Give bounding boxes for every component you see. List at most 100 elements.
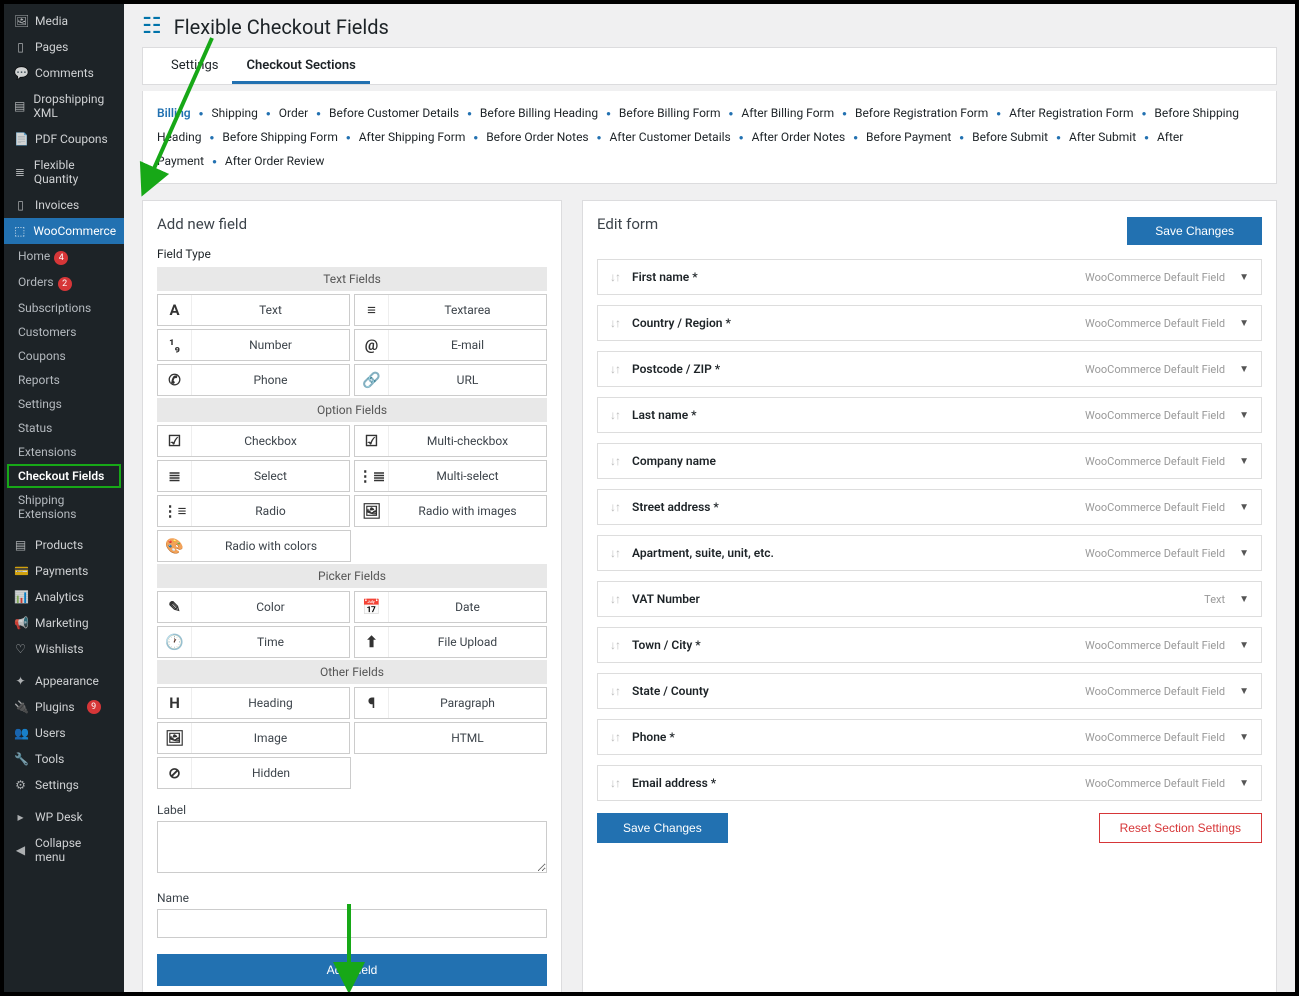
- sidebar-item-plugins[interactable]: 🔌Plugins9: [4, 694, 124, 720]
- field-type-color[interactable]: ✎Color: [157, 591, 350, 623]
- field-type-multi-select[interactable]: ⋮≣Multi-select: [354, 460, 547, 492]
- form-field-row[interactable]: ↓↑ Email address * WooCommerce Default F…: [597, 765, 1262, 801]
- field-type-url[interactable]: 🔗URL: [354, 364, 547, 396]
- section-tab-after-order-review[interactable]: After Order Review: [225, 154, 325, 168]
- section-tab-billing[interactable]: Billing: [157, 106, 191, 120]
- sidebar-sub-extensions[interactable]: Extensions: [4, 440, 124, 464]
- drag-handle-icon[interactable]: ↓↑: [610, 684, 620, 698]
- sidebar-item-products[interactable]: ▤Products: [4, 532, 124, 558]
- drag-handle-icon[interactable]: ↓↑: [610, 546, 620, 560]
- section-tab-before-customer-details[interactable]: Before Customer Details: [329, 106, 459, 120]
- field-type-checkbox[interactable]: ☑Checkbox: [157, 425, 350, 457]
- sidebar-sub-orders[interactable]: Orders2: [4, 270, 124, 296]
- sidebar-sub-reports[interactable]: Reports: [4, 368, 124, 392]
- chevron-down-icon[interactable]: ▼: [1239, 548, 1249, 559]
- field-type-select[interactable]: ≣Select: [157, 460, 350, 492]
- field-type-text[interactable]: AText: [157, 294, 350, 326]
- section-tab-after-submit[interactable]: After Submit: [1069, 130, 1136, 144]
- sidebar-sub-shipping-extensions[interactable]: Shipping Extensions: [4, 488, 124, 526]
- form-field-row[interactable]: ↓↑ Phone * WooCommerce Default Field ▼: [597, 719, 1262, 755]
- sidebar-sub-coupons[interactable]: Coupons: [4, 344, 124, 368]
- drag-handle-icon[interactable]: ↓↑: [610, 316, 620, 330]
- save-changes-button-bottom[interactable]: Save Changes: [597, 813, 728, 843]
- field-type-radio-with-images[interactable]: 🖼Radio with images: [354, 495, 547, 527]
- drag-handle-icon[interactable]: ↓↑: [610, 408, 620, 422]
- drag-handle-icon[interactable]: ↓↑: [610, 362, 620, 376]
- sidebar-item-flexible-quantity[interactable]: ≣Flexible Quantity: [4, 152, 124, 192]
- form-field-row[interactable]: ↓↑ VAT Number Text ▼: [597, 581, 1262, 617]
- name-input[interactable]: [157, 909, 547, 938]
- section-tab-before-order-notes[interactable]: Before Order Notes: [486, 130, 588, 144]
- section-tab-after-shipping-form[interactable]: After Shipping Form: [359, 130, 466, 144]
- form-field-row[interactable]: ↓↑ First name * WooCommerce Default Fiel…: [597, 259, 1262, 295]
- form-field-row[interactable]: ↓↑ Street address * WooCommerce Default …: [597, 489, 1262, 525]
- chevron-down-icon[interactable]: ▼: [1239, 594, 1249, 605]
- section-tab-after-order-notes[interactable]: After Order Notes: [752, 130, 846, 144]
- field-type-image[interactable]: 🖼Image: [157, 722, 350, 754]
- section-tab-after-customer-details[interactable]: After Customer Details: [609, 130, 730, 144]
- sidebar-item-payments[interactable]: 💳Payments: [4, 558, 124, 584]
- section-tab-before-shipping-form[interactable]: Before Shipping Form: [222, 130, 337, 144]
- sidebar-item-tools[interactable]: 🔧Tools: [4, 746, 124, 772]
- label-input[interactable]: [157, 821, 547, 873]
- chevron-down-icon[interactable]: ▼: [1239, 686, 1249, 697]
- chevron-down-icon[interactable]: ▼: [1239, 272, 1249, 283]
- reset-section-button[interactable]: Reset Section Settings: [1099, 813, 1262, 843]
- section-tab-before-billing-form[interactable]: Before Billing Form: [619, 106, 721, 120]
- drag-handle-icon[interactable]: ↓↑: [610, 270, 620, 284]
- section-tab-after-registration-form[interactable]: After Registration Form: [1009, 106, 1133, 120]
- sidebar-item-wp-desk[interactable]: ▸WP Desk: [4, 804, 124, 830]
- save-changes-button-top[interactable]: Save Changes: [1127, 217, 1262, 245]
- sidebar-item-invoices[interactable]: ▯Invoices: [4, 192, 124, 218]
- sidebar-item-media[interactable]: 🖼Media: [4, 8, 124, 34]
- sidebar-sub-home[interactable]: Home4: [4, 244, 124, 270]
- section-tab-before-payment[interactable]: Before Payment: [866, 130, 951, 144]
- sidebar-item-pages[interactable]: ▯Pages: [4, 34, 124, 60]
- form-field-row[interactable]: ↓↑ Country / Region * WooCommerce Defaul…: [597, 305, 1262, 341]
- sidebar-item-pdf-coupons[interactable]: 📄PDF Coupons: [4, 126, 124, 152]
- sidebar-item-settings[interactable]: ⚙Settings: [4, 772, 124, 798]
- field-type-html[interactable]: HTML: [354, 722, 547, 754]
- chevron-down-icon[interactable]: ▼: [1239, 456, 1249, 467]
- drag-handle-icon[interactable]: ↓↑: [610, 730, 620, 744]
- field-type-multi-checkbox[interactable]: ☑Multi-checkbox: [354, 425, 547, 457]
- form-field-row[interactable]: ↓↑ Postcode / ZIP * WooCommerce Default …: [597, 351, 1262, 387]
- field-type-date[interactable]: 📅Date: [354, 591, 547, 623]
- field-type-hidden[interactable]: ⊘Hidden: [157, 757, 351, 789]
- sidebar-item-dropshipping-xml[interactable]: ▤Dropshipping XML: [4, 86, 124, 126]
- sidebar-item-woocommerce[interactable]: ⬚ WooCommerce: [4, 218, 124, 244]
- sidebar-sub-status[interactable]: Status: [4, 416, 124, 440]
- field-type-phone[interactable]: ✆Phone: [157, 364, 350, 396]
- sidebar-item-collapse-menu[interactable]: ◀Collapse menu: [4, 830, 124, 870]
- section-tab-before-submit[interactable]: Before Submit: [972, 130, 1048, 144]
- section-tab-order[interactable]: Order: [279, 106, 308, 120]
- sidebar-sub-checkout-fields[interactable]: Checkout Fields: [8, 465, 120, 487]
- field-type-textarea[interactable]: ≡Textarea: [354, 294, 547, 326]
- form-field-row[interactable]: ↓↑ Apartment, suite, unit, etc. WooComme…: [597, 535, 1262, 571]
- sidebar-item-appearance[interactable]: ✦Appearance: [4, 668, 124, 694]
- sidebar-item-marketing[interactable]: 📢Marketing: [4, 610, 124, 636]
- field-type-number[interactable]: ¹₉Number: [157, 329, 350, 361]
- sidebar-sub-subscriptions[interactable]: Subscriptions: [4, 296, 124, 320]
- form-field-row[interactable]: ↓↑ Last name * WooCommerce Default Field…: [597, 397, 1262, 433]
- add-field-button[interactable]: Add Field: [157, 954, 547, 986]
- chevron-down-icon[interactable]: ▼: [1239, 778, 1249, 789]
- form-field-row[interactable]: ↓↑ Company name WooCommerce Default Fiel…: [597, 443, 1262, 479]
- tab-checkout-sections[interactable]: Checkout Sections: [232, 48, 369, 84]
- field-type-time[interactable]: 🕐Time: [157, 626, 350, 658]
- section-tab-before-registration-form[interactable]: Before Registration Form: [855, 106, 988, 120]
- form-field-row[interactable]: ↓↑ Town / City * WooCommerce Default Fie…: [597, 627, 1262, 663]
- chevron-down-icon[interactable]: ▼: [1239, 732, 1249, 743]
- chevron-down-icon[interactable]: ▼: [1239, 640, 1249, 651]
- sidebar-item-users[interactable]: 👥Users: [4, 720, 124, 746]
- section-tab-before-billing-heading[interactable]: Before Billing Heading: [480, 106, 598, 120]
- sidebar-item-comments[interactable]: 💬Comments: [4, 60, 124, 86]
- chevron-down-icon[interactable]: ▼: [1239, 364, 1249, 375]
- sidebar-item-wishlists[interactable]: ♡Wishlists: [4, 636, 124, 662]
- sidebar-item-analytics[interactable]: 📊Analytics: [4, 584, 124, 610]
- section-tab-shipping[interactable]: Shipping: [211, 106, 257, 120]
- field-type-e-mail[interactable]: @E-mail: [354, 329, 547, 361]
- form-field-row[interactable]: ↓↑ State / County WooCommerce Default Fi…: [597, 673, 1262, 709]
- drag-handle-icon[interactable]: ↓↑: [610, 776, 620, 790]
- field-type-radio-with-colors[interactable]: 🎨Radio with colors: [157, 530, 351, 562]
